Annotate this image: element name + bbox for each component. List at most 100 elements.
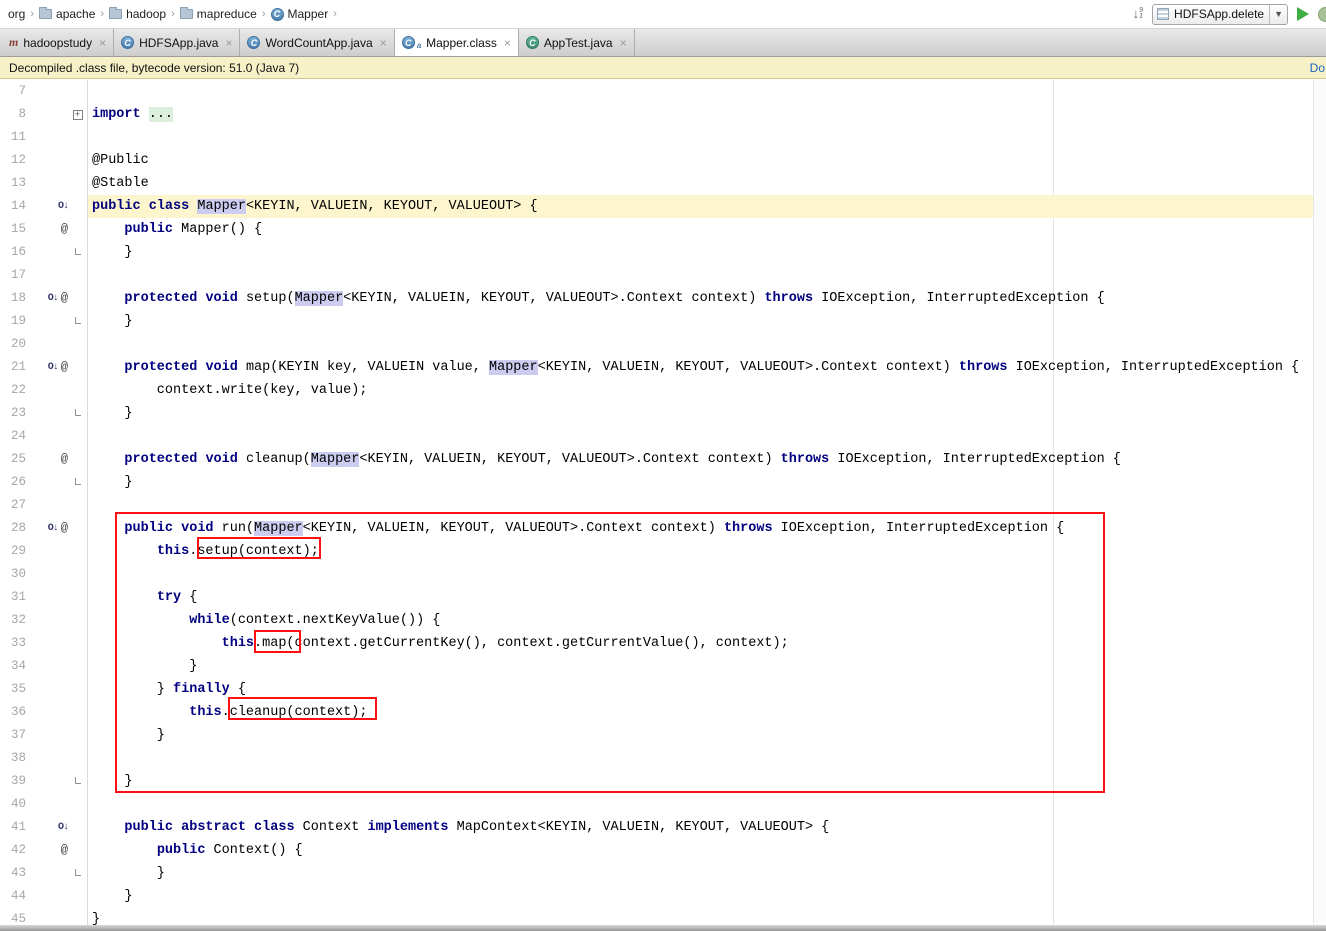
close-icon[interactable]: × [620,36,627,50]
editor-scrollbar[interactable] [1313,80,1326,925]
fold-column [68,310,87,333]
code-line-23[interactable]: 23 } [0,402,1326,425]
code-line-21[interactable]: 21O↓@ protected void map(KEYIN key, VALU… [0,356,1326,379]
gutter-icons: O↓@ [26,517,68,540]
code-line-20[interactable]: 20 [0,333,1326,356]
annotation-marker-icon[interactable]: @ [61,839,68,862]
breadcrumb-item-org[interactable]: org [6,6,27,22]
partial-icon[interactable] [1318,7,1326,22]
code-line-42[interactable]: 42@ public Context() { [0,839,1326,862]
line-number: 27 [0,494,26,517]
annotation-marker-icon[interactable]: @ [61,287,68,310]
close-icon[interactable]: × [380,36,387,50]
fold-end-icon[interactable] [75,869,81,876]
code-line-30[interactable]: 30 [0,563,1326,586]
code-text: try { [88,586,1326,609]
tab-wordcountapp-java[interactable]: CWordCountApp.java× [240,29,394,56]
code-line-36[interactable]: 36 this.cleanup(context); [0,701,1326,724]
close-icon[interactable]: × [504,36,511,50]
code-line-22[interactable]: 22 context.write(key, value); [0,379,1326,402]
code-line-13[interactable]: 13@Stable [0,172,1326,195]
fold-column [68,241,87,264]
run-config-select[interactable]: HDFSApp.delete ▼ [1152,4,1288,25]
code-line-24[interactable]: 24 [0,425,1326,448]
run-button[interactable] [1297,7,1309,21]
gutter: 44 [0,885,88,908]
banner-link[interactable]: Do [1310,61,1325,75]
code-line-33[interactable]: 33 this.map(context.getCurrentKey(), con… [0,632,1326,655]
fold-column [68,126,87,149]
code-line-19[interactable]: 19 } [0,310,1326,333]
close-icon[interactable]: × [225,36,232,50]
plain-text [92,820,124,835]
breadcrumb-item-hadoop[interactable]: hadoop [107,6,168,22]
code-line-43[interactable]: 43 } [0,862,1326,885]
code-line-44[interactable]: 44 } [0,885,1326,908]
code-line-7[interactable]: 7 [0,80,1326,103]
tab-hdfsapp-java[interactable]: CHDFSApp.java× [114,29,240,56]
highlighted-identifier: Mapper [311,452,360,467]
code-line-32[interactable]: 32 while(context.nextKeyValue()) { [0,609,1326,632]
overridden-marker-icon[interactable]: O↓ [58,816,68,839]
code-line-38[interactable]: 38 [0,747,1326,770]
code-line-15[interactable]: 15@ public Mapper() { [0,218,1326,241]
gutter: 37 [0,724,88,747]
code-line-39[interactable]: 39 } [0,770,1326,793]
keyword: abstract [181,820,246,835]
overridden-marker-icon[interactable]: O↓ [48,287,58,310]
code-line-17[interactable]: 17 [0,264,1326,287]
breadcrumb-item-mapper[interactable]: CMapper [269,6,331,22]
code-line-41[interactable]: 41O↓ public abstract class Context imple… [0,816,1326,839]
code-line-27[interactable]: 27 [0,494,1326,517]
fold-end-icon[interactable] [75,409,81,416]
code-line-37[interactable]: 37 } [0,724,1326,747]
tab-apptest-java[interactable]: CAppTest.java× [519,29,635,56]
code-line-11[interactable]: 11 [0,126,1326,149]
horizontal-scrollbar[interactable] [0,925,1326,931]
annotation-marker-icon[interactable]: @ [61,218,68,241]
close-icon[interactable]: × [99,36,106,50]
code-line-8[interactable]: 8+import ... [0,103,1326,126]
plain-text: } [92,245,133,260]
fold-end-icon[interactable] [75,478,81,485]
code-line-34[interactable]: 34 } [0,655,1326,678]
tab-mapper-class[interactable]: CaMapper.class× [395,29,519,56]
code-line-40[interactable]: 40 [0,793,1326,816]
breadcrumb-label: org [8,7,25,21]
gutter-icons [26,172,68,195]
code-line-29[interactable]: 29 this.setup(context); [0,540,1326,563]
overridden-marker-icon[interactable]: O↓ [48,356,58,379]
code-line-31[interactable]: 31 try { [0,586,1326,609]
breadcrumb-item-mapreduce[interactable]: mapreduce [178,6,259,22]
code-line-16[interactable]: 16 } [0,241,1326,264]
fold-end-icon[interactable] [75,777,81,784]
line-number: 32 [0,609,26,632]
annotation-marker-icon[interactable]: @ [61,448,68,471]
code-line-12[interactable]: 12@Public [0,149,1326,172]
code-text [88,126,1326,149]
code-line-35[interactable]: 35 } finally { [0,678,1326,701]
gutter: 20 [0,333,88,356]
code-line-25[interactable]: 25@ protected void cleanup(Mapper<KEYIN,… [0,448,1326,471]
run-config-icon [1157,8,1169,20]
annotation-marker-icon[interactable]: @ [61,356,68,379]
overridden-marker-icon[interactable]: O↓ [48,517,58,540]
tab-hadoopstudy[interactable]: mhadoopstudy× [2,29,114,56]
line-number: 31 [0,586,26,609]
code-line-28[interactable]: 28O↓@ public void run(Mapper<KEYIN, VALU… [0,517,1326,540]
code-line-18[interactable]: 18O↓@ protected void setup(Mapper<KEYIN,… [0,287,1326,310]
sorted-lines-icon[interactable]: ↓ 91 [1133,8,1143,20]
code-editor[interactable]: 78+import ...1112@Public13@Stable14O↓pub… [0,80,1326,931]
fold-end-icon[interactable] [75,248,81,255]
code-line-26[interactable]: 26 } [0,471,1326,494]
fold-column [68,425,87,448]
fold-end-icon[interactable] [75,317,81,324]
fold-expand-icon[interactable]: + [73,110,83,120]
plain-text: Mapper() { [173,222,262,237]
annotation-marker-icon[interactable]: @ [61,517,68,540]
breadcrumb-item-apache[interactable]: apache [37,6,97,22]
overridden-marker-icon[interactable]: O↓ [58,195,68,218]
code-line-14[interactable]: 14O↓public class Mapper<KEYIN, VALUEIN, … [0,195,1326,218]
line-number: 42 [0,839,26,862]
line-number: 30 [0,563,26,586]
